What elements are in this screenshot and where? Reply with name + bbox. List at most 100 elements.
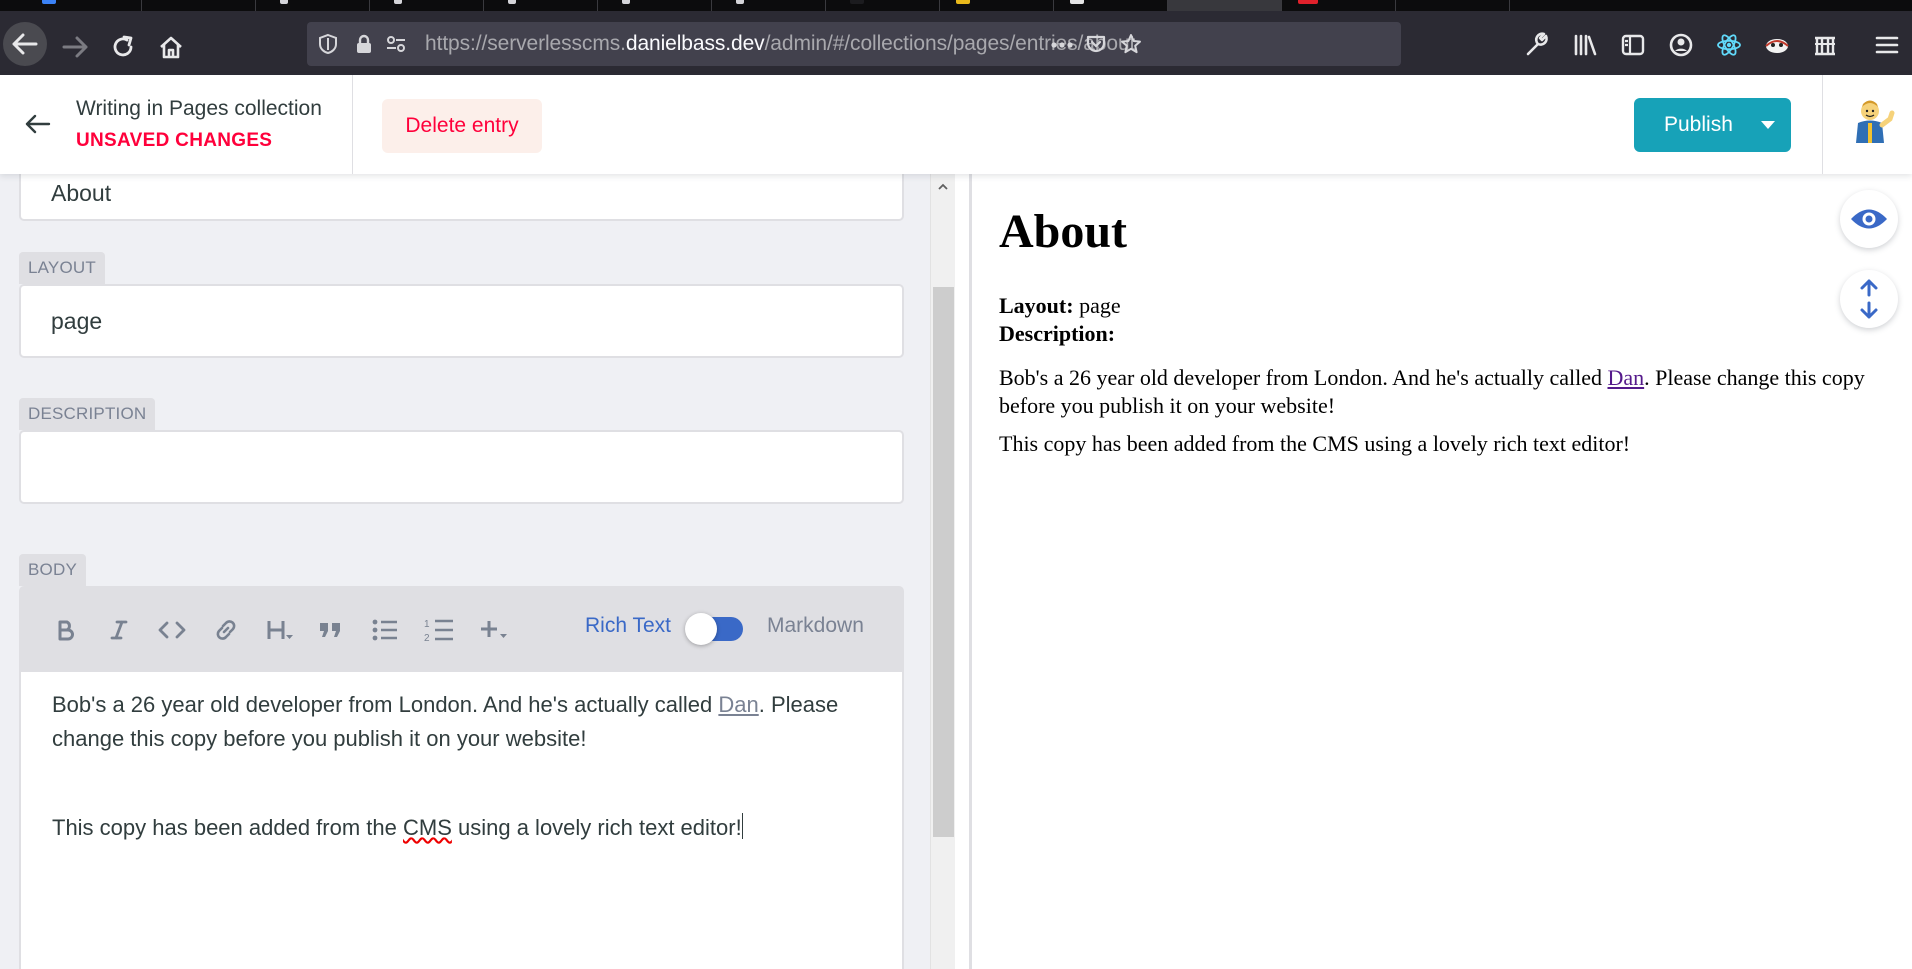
description-label: DESCRIPTION xyxy=(19,398,156,430)
markdown-mode-label[interactable]: Markdown xyxy=(767,614,864,638)
browser-tab[interactable] xyxy=(712,0,826,11)
body-label: BODY xyxy=(19,554,86,586)
body-link-dan[interactable]: Dan xyxy=(718,692,758,717)
lock-icon[interactable] xyxy=(353,33,375,55)
title-field[interactable]: About xyxy=(19,174,904,221)
user-avatar[interactable] xyxy=(1844,97,1896,149)
caret-down-icon[interactable] xyxy=(1761,121,1775,129)
heading-icon xyxy=(267,621,293,639)
toggle-preview-button[interactable] xyxy=(1840,190,1898,248)
ellipsis-icon[interactable] xyxy=(1049,34,1075,56)
publish-button[interactable]: Publish xyxy=(1634,98,1791,152)
url-text[interactable]: https://serverlesscms.danielbass.dev/adm… xyxy=(425,22,1135,66)
preview-title: About xyxy=(999,205,1128,258)
browser-tab-active[interactable] xyxy=(1168,0,1282,11)
extension-grid-icon[interactable] xyxy=(1812,32,1838,58)
link-button[interactable] xyxy=(211,615,241,645)
account-icon[interactable] xyxy=(1668,32,1694,58)
browser-tab[interactable] xyxy=(1054,0,1168,11)
reload-icon xyxy=(113,35,133,57)
body-editor[interactable]: Bob's a 26 year old developer from Londo… xyxy=(19,672,904,969)
bookmark-star-icon[interactable] xyxy=(1120,33,1142,55)
browser-tab[interactable] xyxy=(0,0,142,11)
tracking-shield-icon[interactable] xyxy=(317,33,339,55)
body-paragraph-2[interactable]: This copy has been added from the CMS us… xyxy=(52,811,872,845)
browser-tab[interactable] xyxy=(484,0,598,11)
add-component-icon xyxy=(481,621,507,638)
heading-dropdown-button[interactable] xyxy=(263,615,299,645)
sync-scroll-button[interactable] xyxy=(1840,270,1898,328)
back-button[interactable] xyxy=(3,22,47,66)
arrow-left-icon xyxy=(12,33,38,55)
preview-layout-key: Layout: xyxy=(999,293,1074,318)
numbered-list-icon: 12 xyxy=(424,619,453,643)
browser-tab[interactable] xyxy=(256,0,370,11)
scroll-up-arrow-icon[interactable] xyxy=(938,182,948,192)
add-component-button[interactable] xyxy=(477,615,511,645)
browser-tab[interactable] xyxy=(598,0,712,11)
svg-text:2: 2 xyxy=(424,633,430,643)
link-icon xyxy=(216,620,236,640)
italic-icon xyxy=(110,620,128,640)
layout-field[interactable]: page xyxy=(19,284,904,358)
browser-tab[interactable] xyxy=(1282,0,1396,11)
pane-splitter[interactable] xyxy=(955,174,972,969)
browser-tab[interactable] xyxy=(370,0,484,11)
editor-mode-toggle[interactable] xyxy=(685,613,743,645)
text-caret xyxy=(741,813,743,839)
pocket-icon[interactable] xyxy=(1085,33,1107,55)
description-field[interactable] xyxy=(19,430,904,504)
quote-button[interactable] xyxy=(316,615,346,645)
preview-description-key: Description: xyxy=(999,321,1116,346)
code-button[interactable] xyxy=(157,615,187,645)
sidebar-icon[interactable] xyxy=(1620,32,1646,58)
bulleted-list-icon xyxy=(372,619,397,641)
browser-tab[interactable] xyxy=(826,0,940,11)
browser-tab-strip xyxy=(0,0,1912,11)
editor-scrollbar[interactable] xyxy=(930,174,955,969)
browser-toolbar: https://serverlesscms.danielbass.dev/adm… xyxy=(0,11,1912,75)
rich-text-mode-label[interactable]: Rich Text xyxy=(585,614,671,638)
numbered-list-button[interactable]: 12 xyxy=(424,615,454,645)
browser-tab[interactable] xyxy=(1396,0,1510,11)
library-icon[interactable] xyxy=(1572,32,1598,58)
extension-mascot-icon[interactable] xyxy=(1764,32,1790,58)
home-button[interactable] xyxy=(149,25,193,69)
arrow-right-icon xyxy=(62,36,88,58)
collection-context[interactable]: Writing in Pages collection xyxy=(76,97,322,121)
delete-entry-button[interactable]: Delete entry xyxy=(382,99,542,153)
home-icon xyxy=(160,36,182,59)
unsaved-status: UNSAVED CHANGES xyxy=(76,130,273,151)
publish-label: Publish xyxy=(1664,113,1733,136)
back-to-collection-arrow-icon[interactable] xyxy=(25,113,51,135)
forward-button[interactable] xyxy=(53,25,97,69)
editor-panel: About LAYOUT page DESCRIPTION BODY 1 2 R… xyxy=(0,174,930,969)
browser-tab[interactable] xyxy=(142,0,256,11)
editor-header: Writing in Pages collection UNSAVED CHAN… xyxy=(0,75,1912,174)
hamburger-menu-icon[interactable] xyxy=(1874,32,1900,58)
bulleted-list-button[interactable] xyxy=(370,615,400,645)
spellcheck-word: CMS xyxy=(403,815,452,840)
react-devtools-icon[interactable] xyxy=(1716,32,1742,58)
rich-text-toolbar: 12 Rich Text Markdown xyxy=(19,586,904,672)
preview-layout-value: page xyxy=(1079,293,1121,318)
url-bar[interactable]: https://serverlesscms.danielbass.dev/adm… xyxy=(307,22,1401,66)
reload-button[interactable] xyxy=(101,25,145,69)
permissions-icon[interactable] xyxy=(385,33,407,55)
bold-button[interactable] xyxy=(51,615,81,645)
header-divider xyxy=(352,75,353,174)
header-divider xyxy=(1822,75,1823,174)
sync-scroll-arrows-icon xyxy=(1860,279,1878,319)
layout-label: LAYOUT xyxy=(19,252,105,284)
eye-icon xyxy=(1851,209,1887,229)
wrench-icon[interactable] xyxy=(1524,32,1550,58)
preview-link-dan[interactable]: Dan xyxy=(1607,365,1644,390)
scroll-thumb[interactable] xyxy=(933,287,954,837)
body-paragraph-1[interactable]: Bob's a 26 year old developer from Londo… xyxy=(52,688,872,756)
italic-button[interactable] xyxy=(104,615,134,645)
svg-text:1: 1 xyxy=(424,619,430,630)
browser-tab[interactable] xyxy=(940,0,1054,11)
code-icon xyxy=(158,621,186,639)
preview-paragraph-2: This copy has been added from the CMS us… xyxy=(999,431,1631,456)
preview-meta: Layout: page Description: xyxy=(999,292,1121,348)
